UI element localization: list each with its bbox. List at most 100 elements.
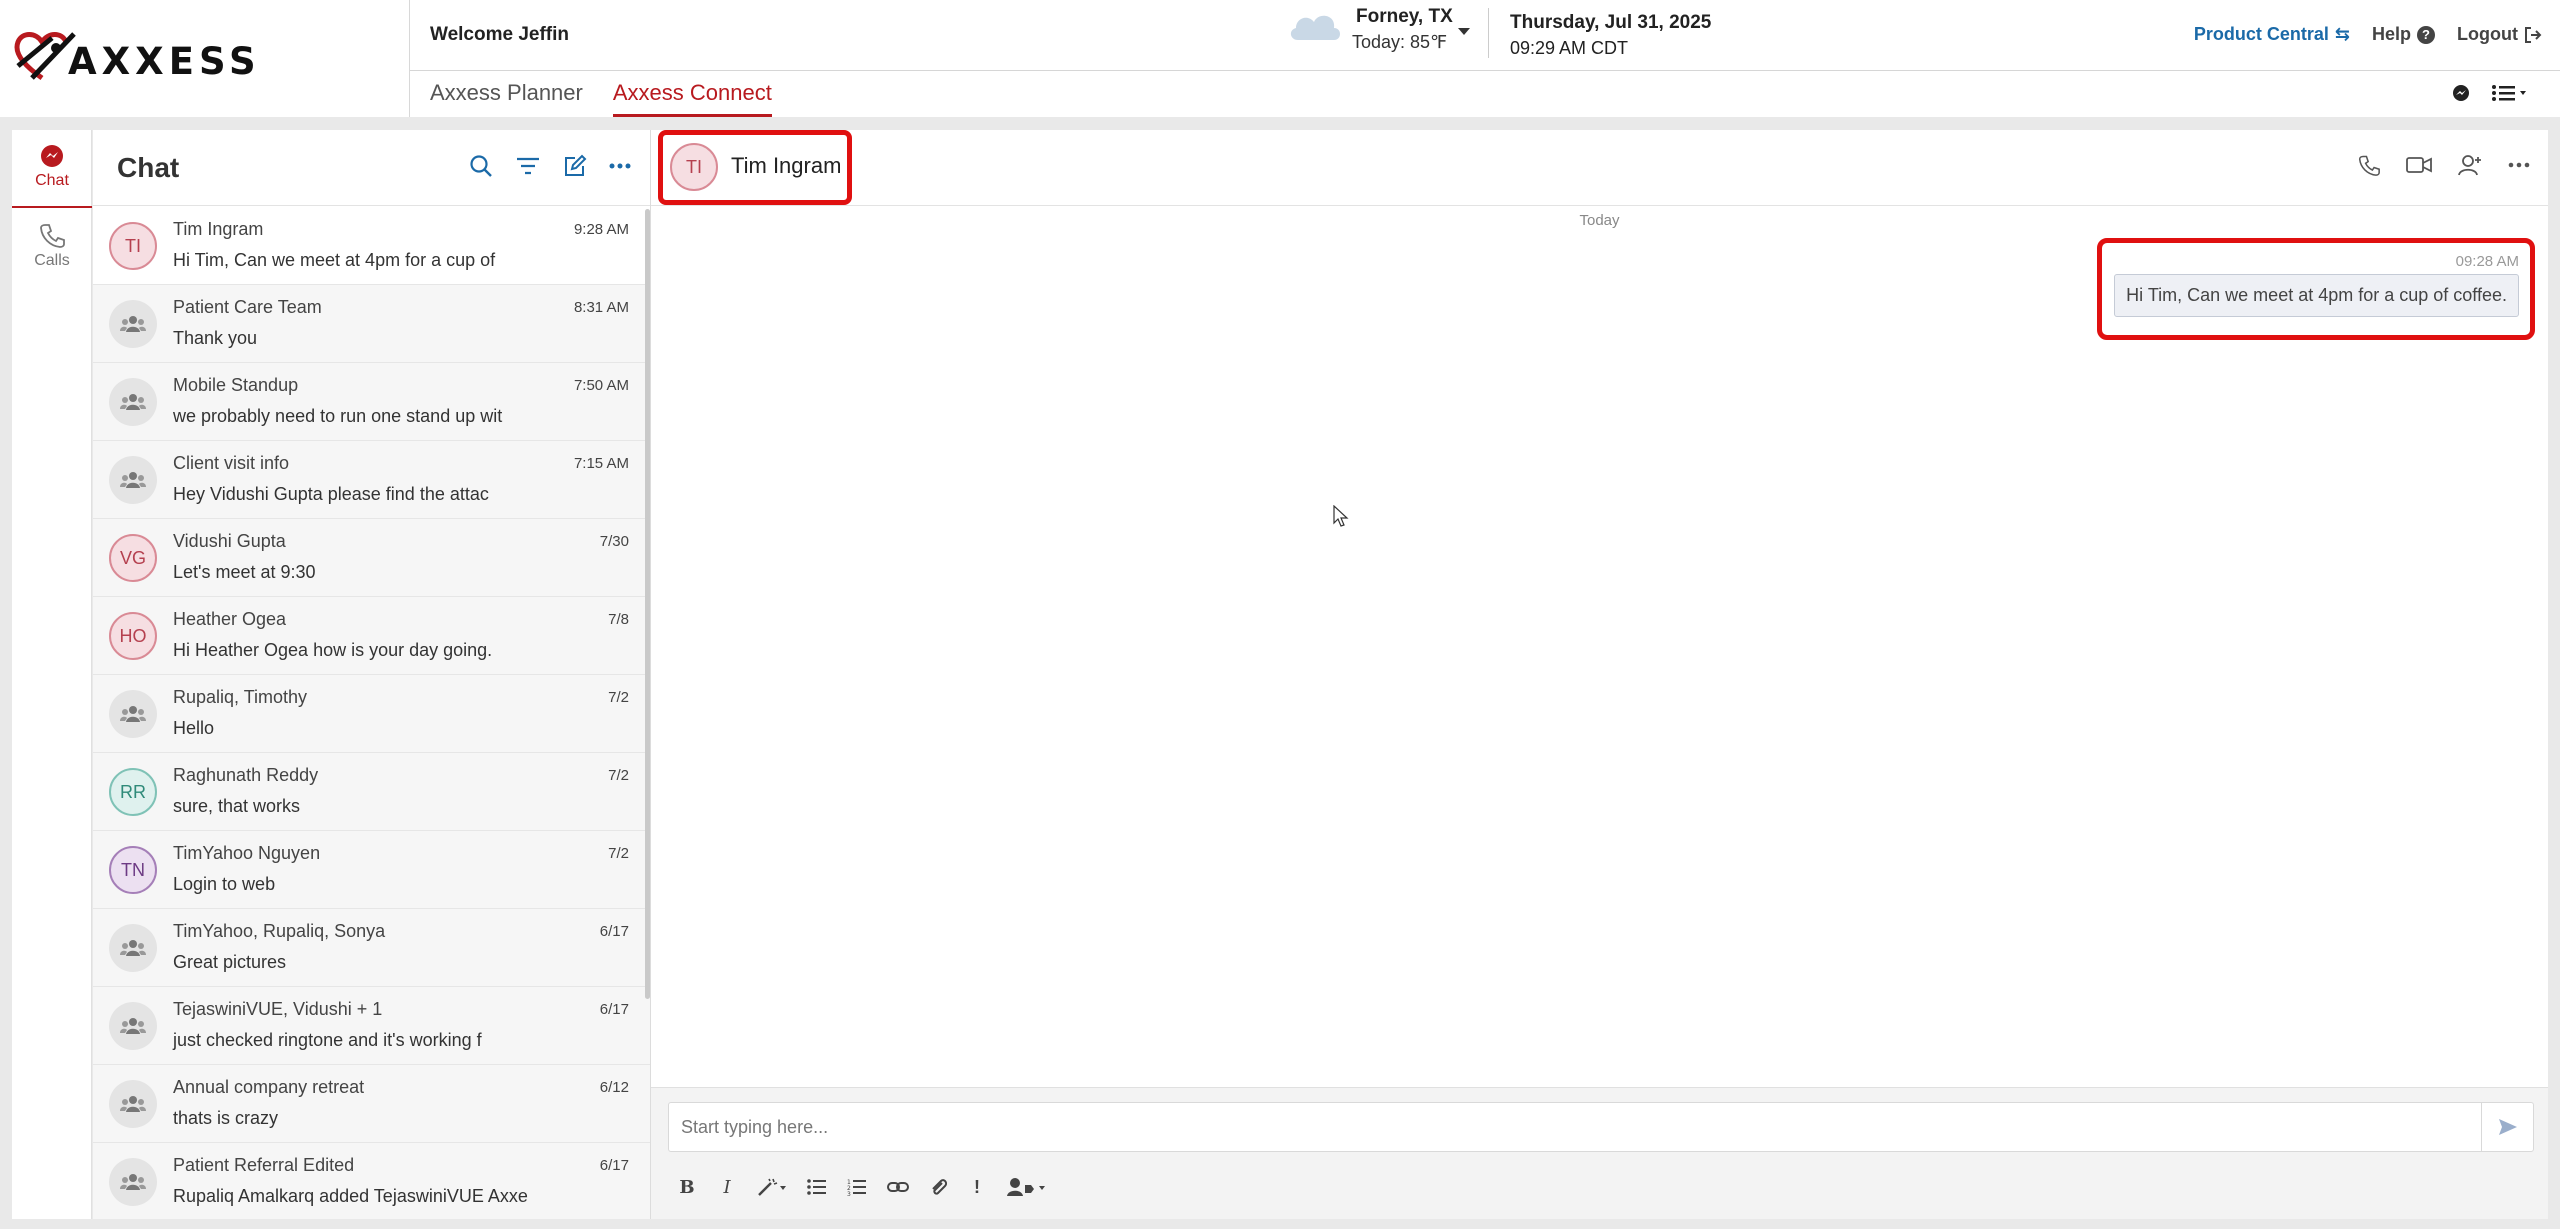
exclamation-icon[interactable]: ! [967,1174,987,1200]
logout-label: Logout [2457,24,2518,44]
left-rail: Chat Calls [12,130,92,1219]
top-header: AXXESS Welcome Jeffin Forney, TX Today: … [0,0,2560,117]
list-item-name: Rupaliq, Timothy [173,687,308,707]
list-item-name: Heather Ogea [173,609,287,629]
chat-bubble-icon [41,145,63,167]
search-icon[interactable] [469,154,493,178]
list-item-name: Mobile Standup [173,375,299,395]
group-icon [120,1018,146,1034]
more-options-icon[interactable] [609,154,631,178]
message-input[interactable] [669,1103,2469,1151]
list-item-preview: Hi Tim, Can we meet at 4pm for a cup of [173,250,496,270]
add-user-icon[interactable] [2458,154,2482,176]
numbered-list-icon[interactable]: 123 [847,1178,867,1196]
list-item[interactable]: VG Vidushi Gupta Let's meet at 9:30 7/30 [93,519,650,597]
logout-link[interactable]: Logout [2457,24,2542,45]
messenger-icon[interactable] [2452,84,2470,102]
formatting-toolbar: B I 123 ! [677,1174,1047,1200]
filter-icon[interactable] [515,154,541,178]
list-item-preview: Let's meet at 9:30 [173,562,316,582]
phone-icon [40,224,65,248]
italic-icon[interactable]: I [717,1174,737,1200]
list-item-time: 6/17 [599,1157,629,1174]
list-item-time: 7/2 [608,689,629,706]
weather-dropdown-icon[interactable] [1458,28,1470,35]
list-item[interactable]: Client visit info Hey Vidushi Gupta pleas… [93,441,650,519]
conversation-header: TI Tim Ingram [651,130,2548,206]
list-item-name: Vidushi Gupta [173,531,286,551]
group-icon [120,1174,146,1190]
list-menu-icon[interactable] [2492,84,2530,102]
header-right-icons [2452,84,2530,102]
avatar: HO [109,612,157,660]
list-item[interactable]: TI Tim Ingram Hi Tim, Can we meet at 4pm f… [93,207,650,285]
rail-item-calls[interactable]: Calls [12,222,92,270]
rail-label-chat: Chat [35,172,69,189]
header-links: Product Central ⇆ Help ? Logout [2194,24,2542,45]
bold-icon[interactable]: B [677,1174,697,1200]
header-divider [410,70,2560,71]
list-item[interactable]: TimYahoo, Rupaliq, Sonya Great pictures 6/… [93,909,650,987]
link-icon[interactable] [887,1178,909,1196]
group-icon [120,316,146,332]
list-item-time: 7/8 [608,611,629,628]
list-item-name: TimYahoo Nguyen [173,843,321,863]
svg-text:3: 3 [847,1191,851,1196]
logo-area: AXXESS [0,0,410,117]
list-item[interactable]: RR Raghunath Reddy sure, that works 7/2 [93,753,650,831]
list-item[interactable]: Annual company retreat thats is crazy 6/12 [93,1065,650,1143]
chat-list-scrollbar[interactable] [645,209,650,999]
product-central-link[interactable]: Product Central ⇆ [2194,24,2350,45]
list-item-time: 7:50 AM [573,377,629,394]
list-item[interactable]: TejaswiniVUE, Vidushi + 1 just checked ri… [93,987,650,1065]
help-link[interactable]: Help ? [2372,24,2436,45]
list-item-time: 7/2 [608,845,629,862]
list-item-preview: sure, that works [173,796,301,816]
list-item-time: 6/17 [599,1001,629,1018]
current-time: 09:29 AM CDT [1510,38,1629,58]
list-item[interactable]: Patient Care Team Thank you 8:31 AM [93,285,650,363]
question-circle-icon: ? [2417,25,2436,44]
logo-text: AXXESS [68,40,261,83]
list-item-preview: we probably need to run one stand up wit [173,406,503,426]
list-item[interactable]: Mobile Standup we probably need to run on… [93,363,650,441]
list-item[interactable]: TN TimYahoo Nguyen Login to web 7/2 [93,831,650,909]
list-item-time: 6/17 [599,923,629,940]
conversation-panel: TI Tim Ingram Today 09:28 AM Hi Tim, Can… [651,130,2548,1219]
weather-city[interactable]: Forney, TX [1356,6,1453,28]
sign-out-icon [2525,26,2542,43]
list-item[interactable]: Rupaliq, Timothy Hello 7/2 [93,675,650,753]
avatar [109,1080,157,1128]
divider [1488,8,1489,58]
mouse-cursor-icon [1333,505,1349,527]
group-icon [120,472,146,488]
list-item[interactable]: HO Heather Ogea Hi Heather Ogea how is you… [93,597,650,675]
send-button[interactable] [2481,1103,2533,1151]
bulleted-list-icon[interactable] [807,1178,827,1196]
list-item-preview: Great pictures [173,952,287,972]
avatar: RR [109,768,157,816]
more-options-icon[interactable] [2508,154,2530,176]
video-camera-icon[interactable] [2406,155,2432,175]
list-item-time: 8:31 AM [573,299,629,316]
list-item-preview: Login to web [173,874,276,894]
list-item-preview: thats is crazy [173,1108,279,1128]
compose-icon[interactable] [563,154,587,178]
tab-axxess-connect[interactable]: Axxess Connect [612,80,772,117]
group-icon [120,706,146,722]
chat-list-header: Chat [93,130,650,206]
list-item-time: 9:28 AM [573,221,629,238]
rail-item-chat[interactable]: Chat [12,144,92,208]
magic-wand-icon[interactable] [757,1177,787,1197]
list-item-time: 7/30 [599,533,629,550]
tab-axxess-planner[interactable]: Axxess Planner [430,80,583,117]
avatar [109,300,157,348]
paperclip-icon[interactable] [929,1177,947,1197]
highlight-box [658,130,852,205]
weather-temp: Today: 85℉ [1352,32,1448,52]
list-item[interactable]: Patient Referral Edited Rupaliq Amalkarq … [93,1143,650,1219]
phone-icon[interactable] [2358,154,2380,176]
user-tag-icon[interactable] [1007,1177,1047,1197]
list-item-name: TejaswiniVUE, Vidushi + 1 [173,999,383,1019]
current-date: Thursday, Jul 31, 2025 [1510,12,1712,33]
